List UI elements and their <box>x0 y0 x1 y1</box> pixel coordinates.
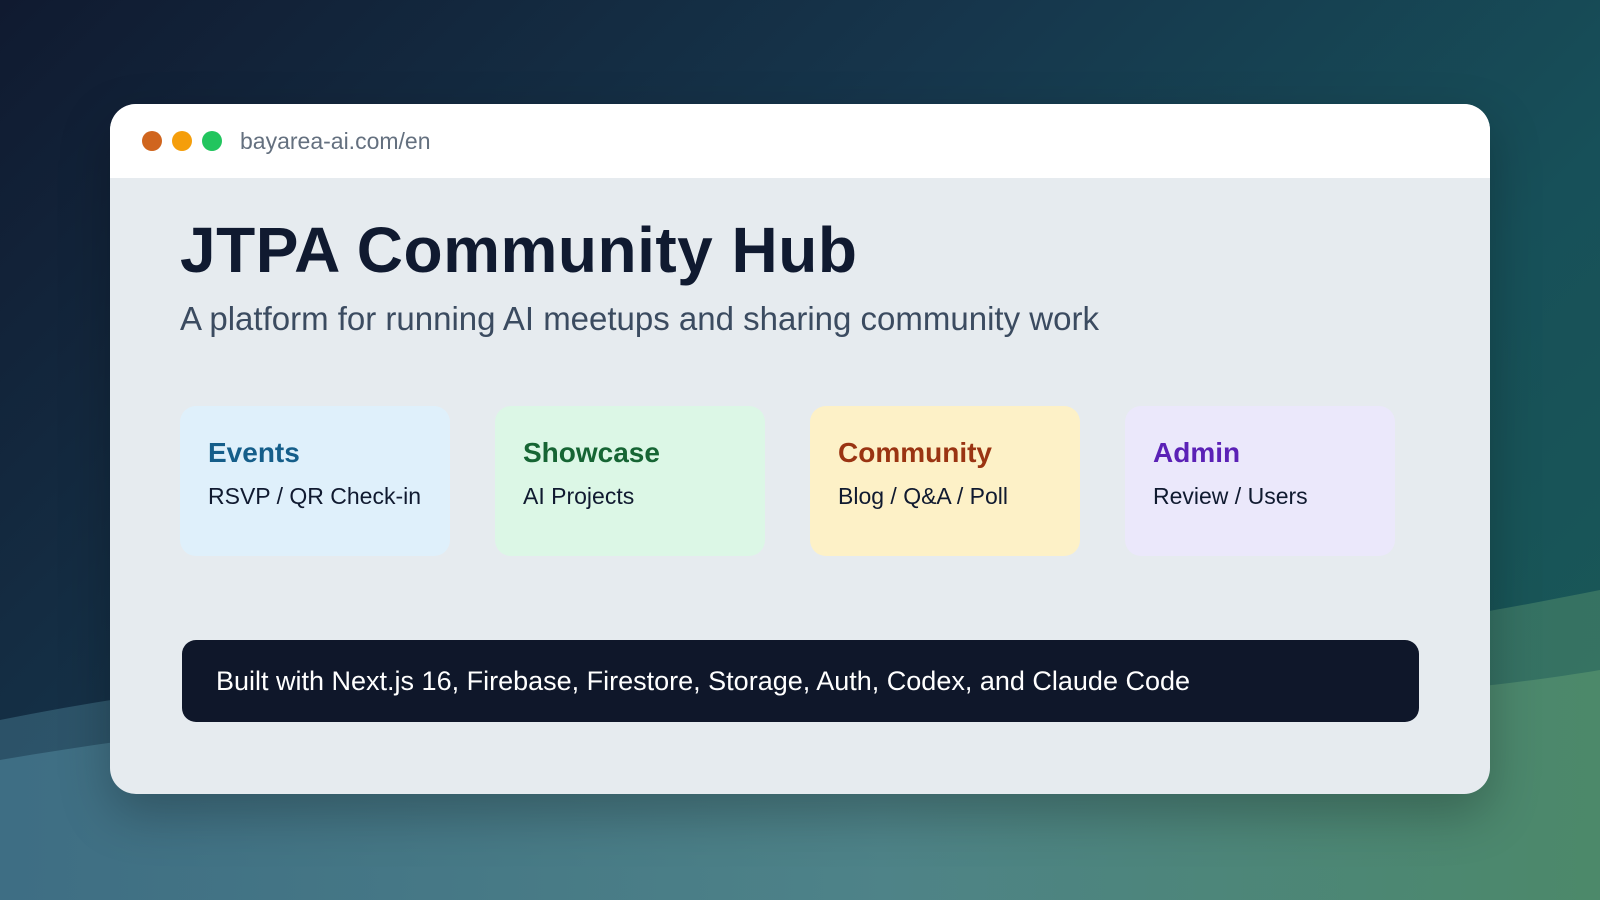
browser-titlebar: bayarea-ai.com/en <box>110 104 1490 178</box>
close-window-dot[interactable] <box>142 131 162 151</box>
card-description: AI Projects <box>523 483 635 509</box>
card-title: Admin <box>1153 437 1241 468</box>
card-showcase[interactable]: Showcase AI Projects <box>495 406 765 556</box>
minimize-window-dot[interactable] <box>172 131 192 151</box>
page-title: JTPA Community Hub <box>180 214 858 286</box>
card-description: RSVP / QR Check-in <box>208 483 422 509</box>
card-description: Blog / Q&A / Poll <box>838 483 1009 509</box>
card-admin[interactable]: Admin Review / Users <box>1125 406 1395 556</box>
card-title: Events <box>208 437 300 468</box>
browser-window: bayarea-ai.com/en JTPA Community Hub A p… <box>110 104 1490 794</box>
background-stage: bayarea-ai.com/en JTPA Community Hub A p… <box>0 0 1600 900</box>
feature-cards: Events RSVP / QR Check-in Showcase AI Pr… <box>180 406 1420 556</box>
card-title: Showcase <box>523 437 660 468</box>
card-title: Community <box>838 437 992 468</box>
page-subtitle: A platform for running AI meetups and sh… <box>180 300 1099 337</box>
maximize-window-dot[interactable] <box>202 131 222 151</box>
url-text[interactable]: bayarea-ai.com/en <box>240 128 431 155</box>
page-content: JTPA Community Hub A platform for runnin… <box>110 212 1490 556</box>
tech-stack-banner: Built with Next.js 16, Firebase, Firesto… <box>182 640 1419 722</box>
card-description: Review / Users <box>1153 483 1308 509</box>
card-events[interactable]: Events RSVP / QR Check-in <box>180 406 450 556</box>
card-community[interactable]: Community Blog / Q&A / Poll <box>810 406 1080 556</box>
